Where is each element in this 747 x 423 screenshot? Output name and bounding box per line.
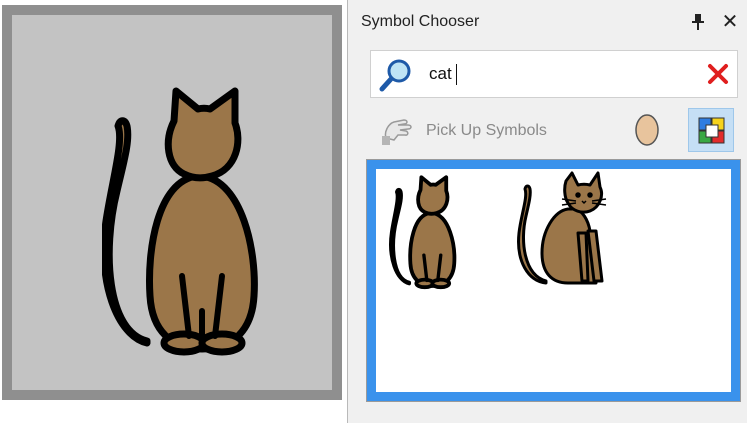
color-options-button[interactable] [688,108,734,152]
symbol-preview-frame [2,5,342,400]
panel-title: Symbol Chooser [361,13,480,30]
pick-up-symbols-button[interactable]: Pick Up Symbols [376,114,576,146]
search-input[interactable] [429,62,679,86]
symbol-preview-cell[interactable] [12,15,332,390]
cat-back-view-icon [102,87,258,356]
color-squares-icon [698,117,725,144]
symbol-results-list [366,159,741,402]
pin-icon[interactable] [689,12,707,32]
symbol-chooser-panel: Symbol Chooser ✕ cat Pick Up Symbols [347,0,747,423]
pick-up-symbols-label: Pick Up Symbols [426,122,547,139]
skin-tone-icon[interactable] [634,112,660,153]
text-caret [456,64,457,85]
red-x-icon[interactable] [707,63,729,90]
chooser-toolbar: Pick Up Symbols [370,108,740,152]
cat-sitting-side-icon [517,171,607,285]
search-field[interactable] [370,50,738,98]
panel-titlebar: Symbol Chooser ✕ [348,0,747,42]
hand-pickup-icon [382,119,412,145]
cat-back-view-icon [389,175,457,290]
result-cat-back-view[interactable] [386,173,466,296]
symbol-results-area [376,169,731,392]
close-panel-button[interactable]: ✕ [720,10,740,32]
result-cat-sitting[interactable] [516,171,616,298]
magnifier-icon [379,58,415,97]
